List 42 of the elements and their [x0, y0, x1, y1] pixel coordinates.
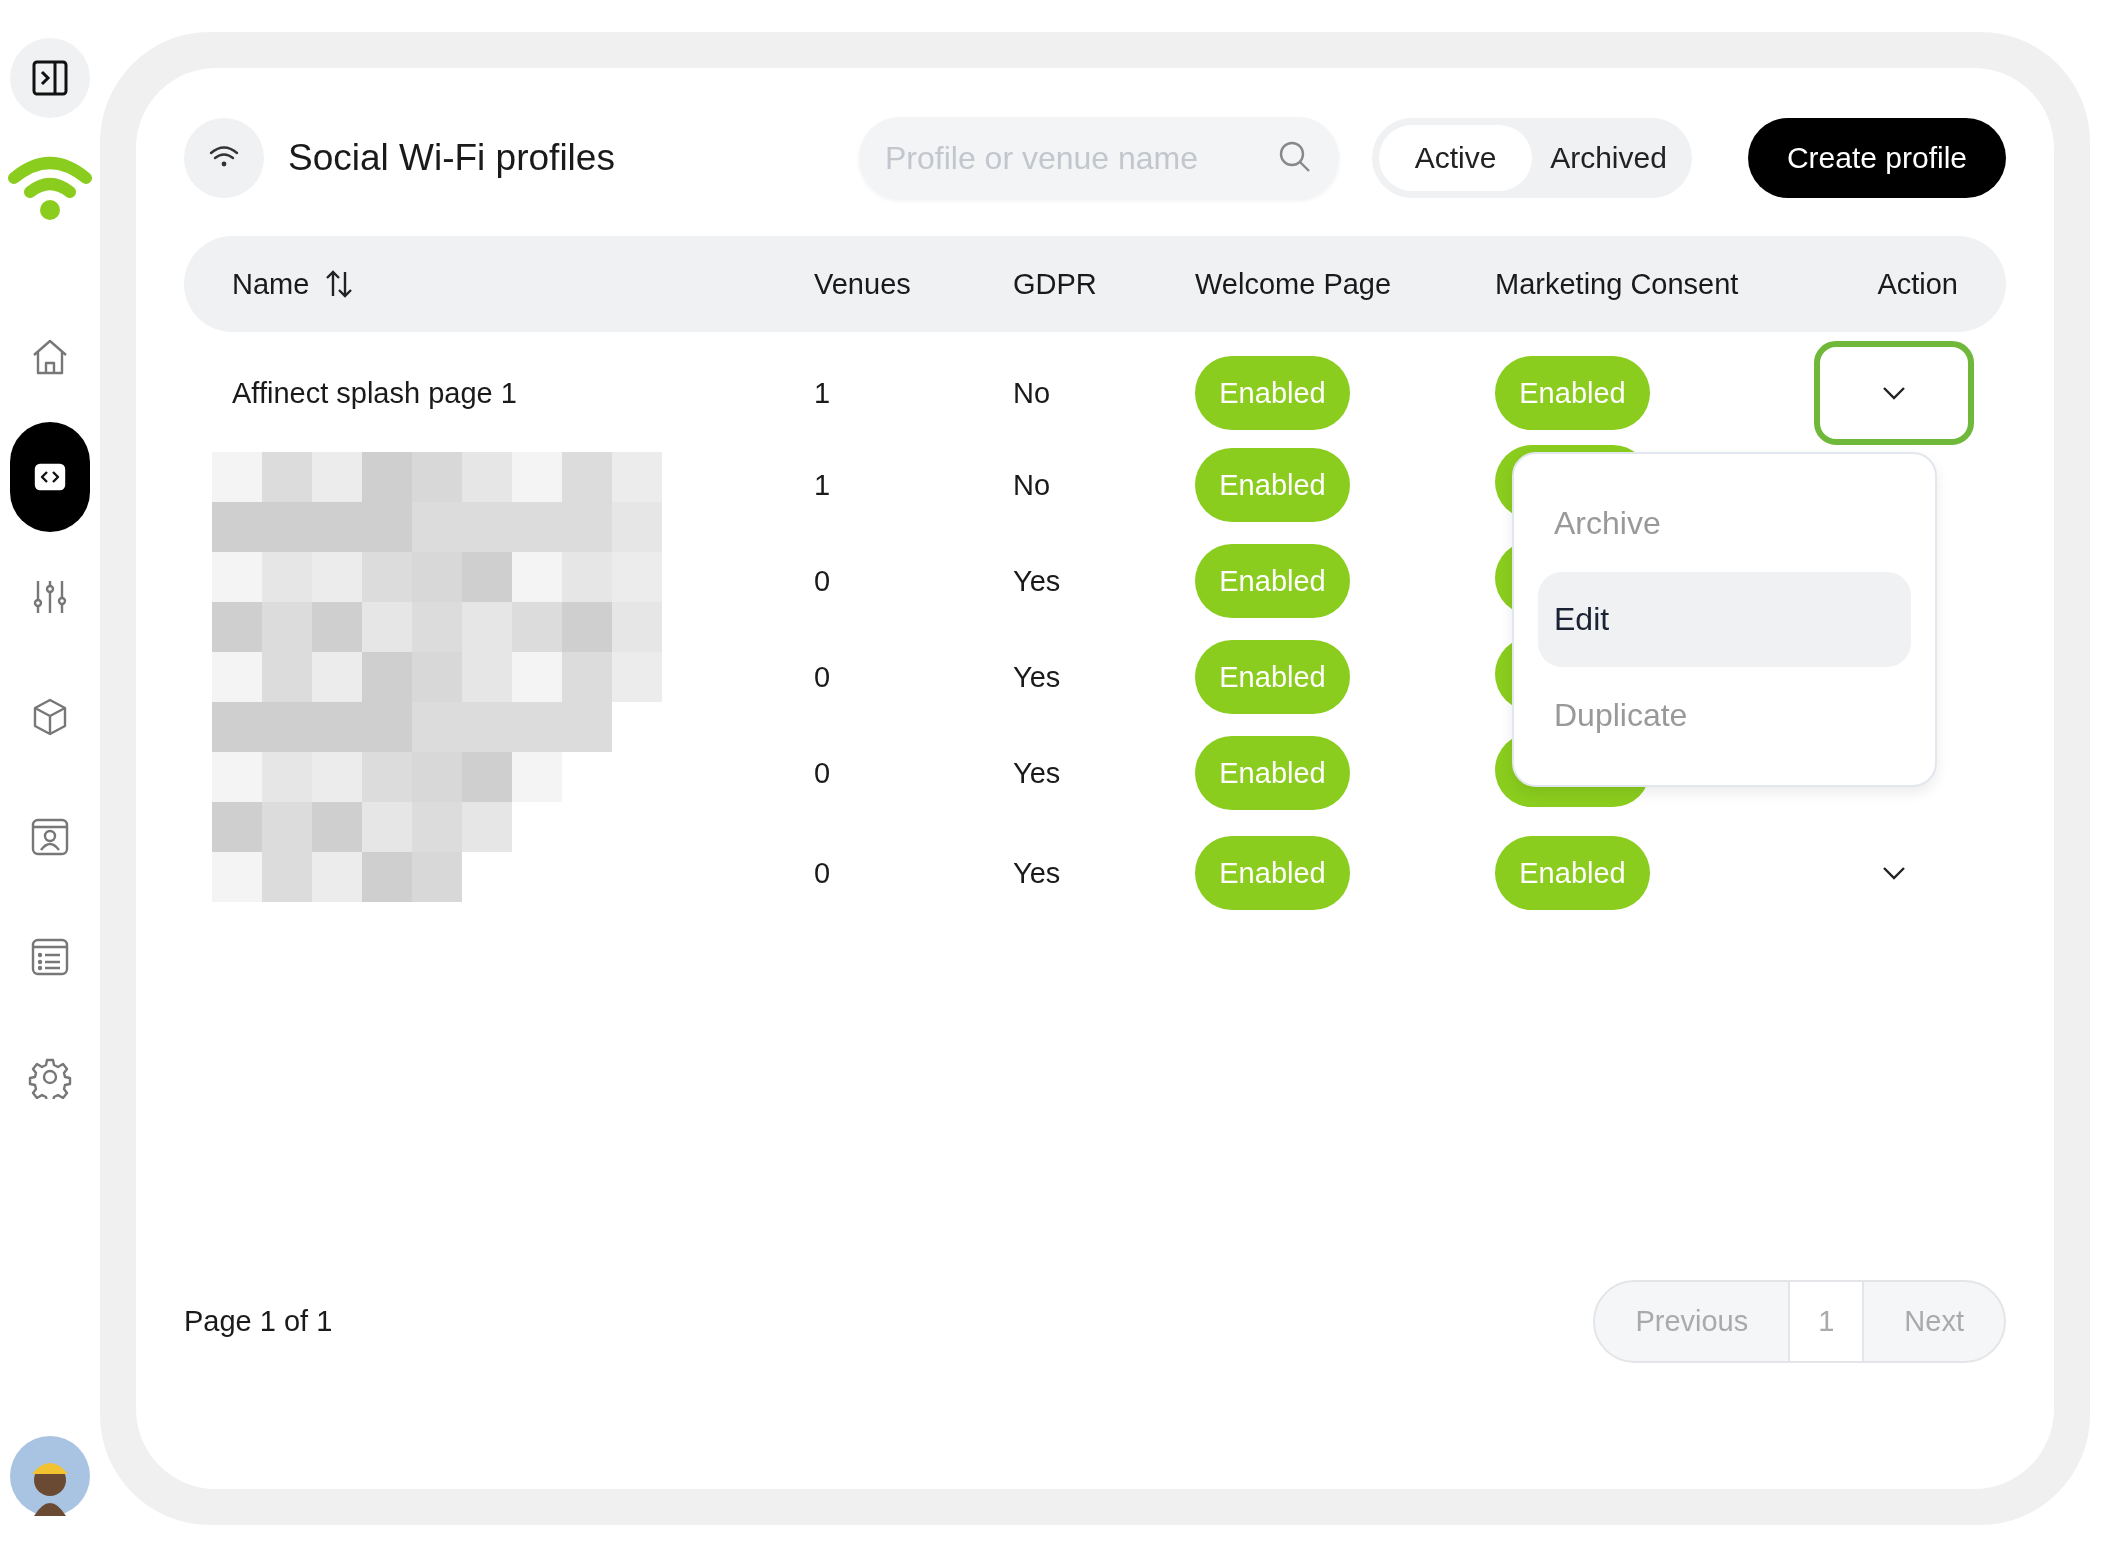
menu-item[interactable]: Archive: [1538, 476, 1911, 572]
status-badge: Enabled: [1195, 736, 1350, 810]
pagination-button[interactable]: Previous: [1595, 1282, 1789, 1361]
page-title: Social Wi-Fi profiles: [288, 137, 615, 179]
status-badge: Enabled: [1195, 544, 1350, 618]
status-badge: Enabled: [1195, 836, 1350, 910]
table-cell: Yes: [1013, 856, 1061, 889]
status-badge: Enabled: [1195, 448, 1350, 522]
column-header: GDPR: [1013, 267, 1098, 301]
column-header: Marketing Consent: [1495, 267, 1740, 301]
table-cell: 1: [814, 468, 831, 501]
table-cell: Yes: [1013, 756, 1061, 789]
table-cell: 0: [814, 660, 831, 693]
table-cell: Affinect splash page 1: [232, 376, 517, 409]
wifi-icon: [184, 118, 264, 198]
pagination-button[interactable]: Next: [1862, 1282, 2004, 1361]
sidebar-toggle-icon[interactable]: [30, 58, 70, 98]
status-badge: Enabled: [1195, 640, 1350, 714]
status-badge: Enabled: [1195, 356, 1350, 430]
column-header: Welcome Page: [1195, 267, 1393, 301]
wifi-logo-icon: [8, 154, 92, 222]
table-cell: No: [1013, 468, 1051, 501]
table-cell: 0: [814, 564, 831, 597]
avatar-icon[interactable]: [10, 1436, 90, 1516]
status-badge: Enabled: [1495, 356, 1650, 430]
column-header: Venues: [814, 267, 912, 301]
status-tab[interactable]: Active: [1379, 125, 1532, 191]
page-info: Page 1 of 1: [184, 1305, 333, 1338]
table-cell: 0: [814, 756, 831, 789]
column-header: Name: [232, 267, 310, 301]
menu-item[interactable]: Edit: [1538, 571, 1911, 668]
table-cell: Yes: [1013, 660, 1061, 693]
create-profile-button[interactable]: Create profile: [1748, 118, 2006, 198]
pagination-button[interactable]: 1: [1788, 1282, 1863, 1361]
status-tab[interactable]: Archived: [1532, 125, 1685, 191]
table-cell: 1: [814, 376, 831, 409]
table-cell: Yes: [1013, 564, 1061, 597]
status-badge: Enabled: [1495, 836, 1650, 910]
menu-item[interactable]: Duplicate: [1538, 667, 1911, 763]
table-cell: 0: [814, 856, 831, 889]
table-cell: No: [1013, 376, 1051, 409]
column-header: Action: [1877, 267, 1958, 301]
